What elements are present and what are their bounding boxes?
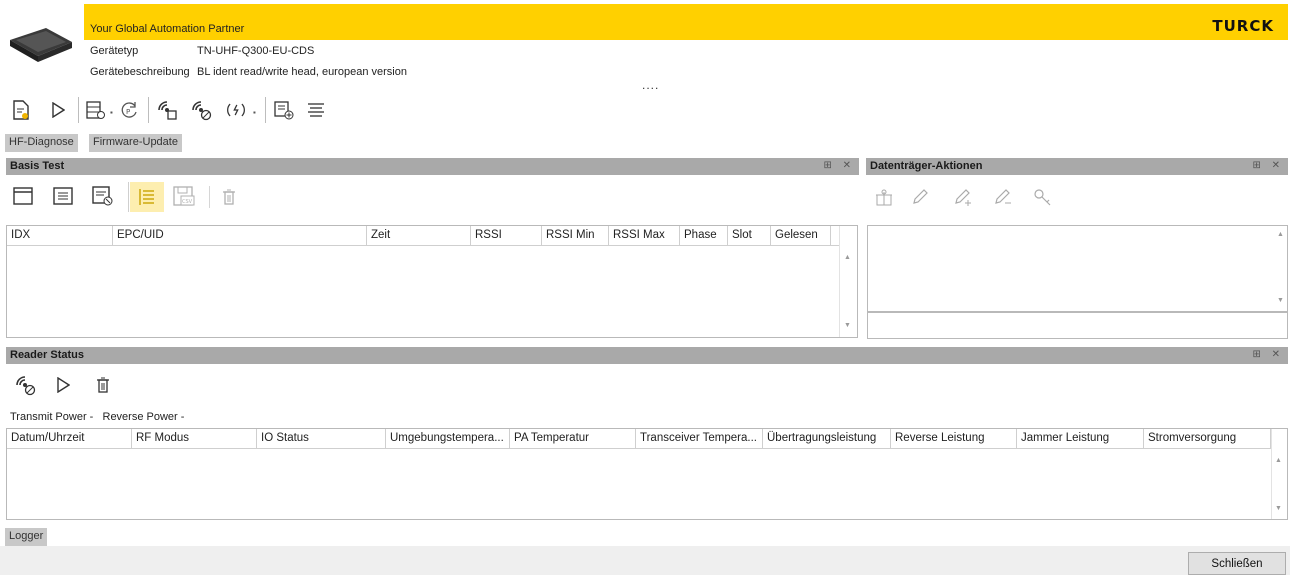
gift-tag-icon[interactable] [873,186,895,208]
toolbar-separator [265,97,266,123]
key-icon[interactable] [1031,186,1055,208]
svg-text:CSV: CSV [182,199,193,205]
pencil-add-icon[interactable] [951,186,975,208]
save-csv-icon[interactable]: CSV [171,183,197,209]
document-edit-icon[interactable] [10,99,32,121]
panel-title: Basis Test [10,160,65,172]
device-desc-label: Gerätebeschreibung [90,66,190,78]
play-icon[interactable] [47,99,69,121]
column-header[interactable]: PA Temperatur [510,429,636,448]
datentraeger-header: Datenträger-Aktionen ⊞ ✕ [866,158,1288,175]
column-header[interactable]: RSSI Max [609,226,680,245]
panel-pin-close[interactable]: ⊞ ✕ [1252,160,1284,171]
panel-pin-close[interactable]: ⊞ ✕ [823,160,855,171]
reader-status-grid-header: Datum/Uhrzeit RF Modus IO Status Umgebun… [7,429,1271,449]
toolbar-separator [148,97,149,123]
toolbar-separator [128,182,129,212]
basis-test-grid-header: IDX EPC/UID Zeit RSSI RSSI Min RSSI Max … [7,226,839,246]
column-header[interactable]: RSSI [471,226,542,245]
scroll-down-icon[interactable]: ▼ [1277,297,1284,304]
scroll-up-icon[interactable]: ▲ [1275,457,1282,464]
column-header[interactable]: IDX [7,226,113,245]
svg-text:P: P [126,108,130,116]
column-header[interactable]: EPC/UID [113,226,367,245]
column-header[interactable]: Phase [680,226,728,245]
header-banner: Your Global Automation Partner TURCK [84,4,1288,40]
rfid-stop-icon[interactable] [190,99,212,121]
reader-status-header: Reader Status ⊞ ✕ [6,347,1288,364]
status-dots: .... [642,78,660,92]
list-add-icon[interactable] [273,99,295,121]
chevron-down-icon[interactable]: ▪ [253,108,256,117]
signal-icon[interactable] [225,99,247,121]
column-header[interactable]: Übertragungsleistung [763,429,891,448]
column-header[interactable]: Datum/Uhrzeit [7,429,132,448]
scroll-down-icon[interactable]: ▼ [1275,505,1282,512]
column-header[interactable]: Umgebungstempera... [386,429,510,448]
scroll-up-icon[interactable]: ▲ [1277,231,1284,238]
close-button[interactable]: Schließen [1188,552,1286,575]
column-header[interactable]: RF Modus [132,429,257,448]
align-lines-icon[interactable] [305,99,327,121]
toolbar-separator [209,186,210,208]
panel-title: Datenträger-Aktionen [870,160,983,172]
rfid-stop-icon[interactable] [12,372,38,398]
panel-pin-close[interactable]: ⊞ ✕ [1252,349,1284,360]
tab-firmware-update[interactable]: Firmware-Update [89,134,182,152]
device-desc-value: BL ident read/write head, european versi… [197,66,407,78]
scrollbar[interactable] [839,226,857,337]
scroll-down-icon[interactable]: ▼ [844,322,851,329]
trash-icon[interactable] [94,374,112,396]
device-type-value: TN-UHF-Q300-EU-CDS [197,45,315,57]
footer-bar [0,546,1290,575]
sync-icon[interactable]: P [118,99,140,121]
toolbar-separator [78,97,79,123]
scroll-up-icon[interactable]: ▲ [844,254,851,261]
tree-list-icon[interactable] [130,182,164,212]
column-header[interactable]: Transceiver Tempera... [636,429,763,448]
column-header[interactable]: RSSI Min [542,226,609,245]
power-status-text: Transmit Power - Reverse Power - [10,411,185,423]
tab-hf-diagnose[interactable]: HF-Diagnose [5,134,78,152]
brand-logo: TURCK [1212,17,1274,35]
column-header[interactable]: Gelesen [771,226,831,245]
column-header[interactable]: Slot [728,226,771,245]
datentraeger-list [867,225,1288,312]
device-image [10,28,72,62]
panel-title: Reader Status [10,349,84,361]
list-clear-icon[interactable] [91,183,115,209]
list-settings-icon[interactable] [85,99,107,121]
tab-logger[interactable]: Logger [5,528,48,546]
column-header[interactable]: Reverse Leistung [891,429,1017,448]
play-icon[interactable] [54,375,72,395]
datentraeger-input[interactable] [867,312,1288,339]
column-header[interactable]: Zeit [367,226,471,245]
column-header[interactable]: Jammer Leistung [1017,429,1144,448]
slogan: Your Global Automation Partner [90,23,245,35]
rfid-chip-icon[interactable] [156,99,178,121]
trash-icon[interactable] [219,185,239,209]
column-header[interactable]: IO Status [257,429,386,448]
list-icon[interactable] [51,183,75,209]
window-icon[interactable] [11,183,35,209]
chevron-down-icon[interactable]: ▪ [110,108,113,117]
pencil-remove-icon[interactable] [991,186,1015,208]
column-header[interactable]: Stromversorgung [1144,429,1271,448]
basis-test-header: Basis Test ⊞ ✕ [6,158,859,175]
pencil-icon[interactable] [909,186,931,208]
device-type-label: Gerätetyp [90,45,139,57]
